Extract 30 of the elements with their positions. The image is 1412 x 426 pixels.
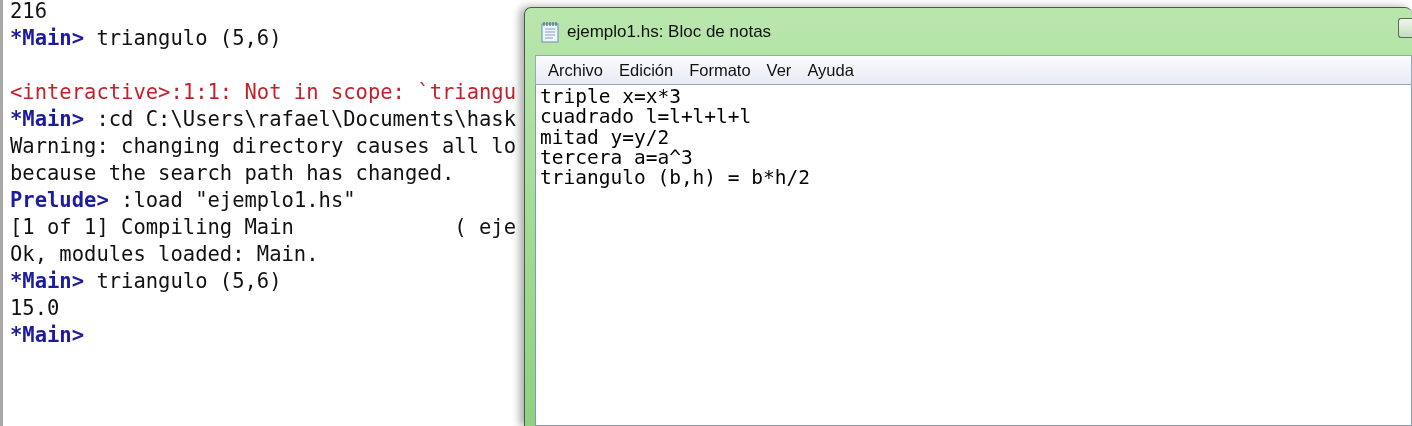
prompt: Prelude> bbox=[10, 188, 109, 212]
code-line: triple x=x*3 bbox=[540, 87, 681, 108]
console-text: :load "ejemplo1.hs" bbox=[120, 188, 356, 212]
error-text: <interactive>:1:1: Not in scope: `triangu bbox=[10, 80, 517, 104]
menu-item[interactable]: Ayuda bbox=[799, 57, 862, 83]
window-title: ejemplo1.hs: Bloc de notas bbox=[567, 20, 772, 43]
menu-item[interactable]: Archivo bbox=[540, 57, 612, 83]
console-text: Warning: changing directory causes all lo bbox=[10, 134, 517, 158]
prompt: *Main> bbox=[10, 323, 85, 347]
text-area[interactable]: triple x=x*3 cuadrado l=l+l+l+l mitad y=y/2 tercera a=a^3 triangulo (b,h) = b*h/2 bbox=[535, 85, 1412, 426]
code-line: mitad y=y/2 bbox=[540, 127, 670, 148]
code-line: cuadrado l=l+l+l+l bbox=[540, 107, 752, 128]
console-text: Ok, modules loaded: Main. bbox=[10, 242, 319, 266]
prompt: *Main> bbox=[10, 269, 85, 293]
code-line: triangulo (b,h) = b*h/2 bbox=[540, 168, 811, 189]
console-text: :cd C:\Users\rafael\Documents\hask bbox=[95, 107, 517, 131]
prompt: *Main> bbox=[10, 107, 85, 131]
console-text: 216 bbox=[10, 0, 48, 23]
menu-item[interactable]: Formato bbox=[681, 57, 759, 83]
notepad-icon bbox=[541, 20, 559, 43]
console-text: because the search path has changed. bbox=[10, 161, 455, 185]
window-button[interactable] bbox=[1398, 18, 1412, 38]
console-text: triangulo (5,6) bbox=[95, 26, 282, 50]
console-text: triangulo (5,6) bbox=[95, 269, 282, 293]
prompt: *Main> bbox=[10, 26, 85, 50]
menu-item[interactable]: Ver bbox=[758, 57, 800, 83]
console-text: 15.0 bbox=[10, 296, 60, 320]
menu-item[interactable]: Edición bbox=[611, 57, 682, 83]
code-line: tercera a=a^3 bbox=[540, 147, 693, 169]
console-text: [1 of 1] Compiling Main ( eje bbox=[10, 215, 517, 239]
